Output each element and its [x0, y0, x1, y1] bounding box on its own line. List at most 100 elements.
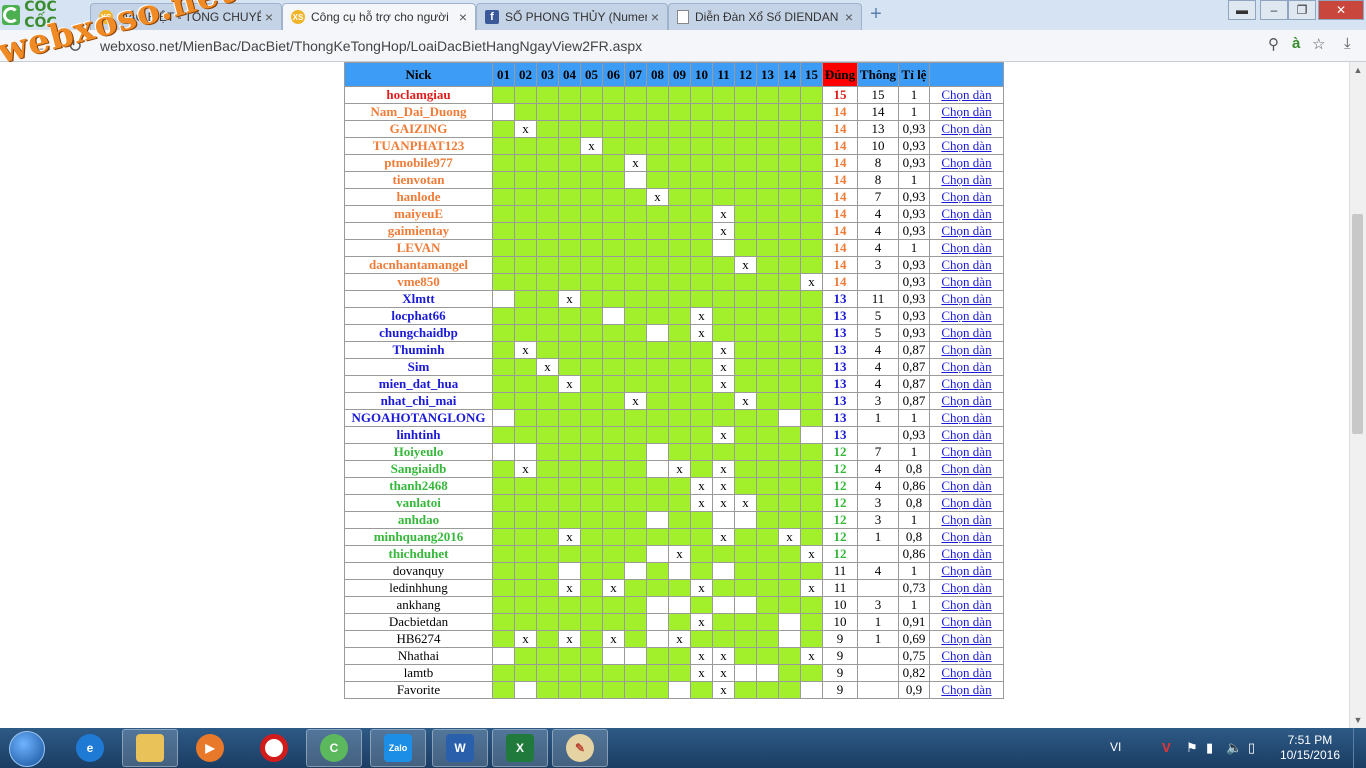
hit-cell — [646, 681, 669, 699]
language-indicator[interactable]: VI — [1110, 740, 1121, 754]
chon-dan-link[interactable]: Chọn dàn — [941, 122, 991, 137]
chon-dan-link[interactable]: Chọn dàn — [941, 224, 991, 239]
hit-cell — [514, 545, 537, 563]
taskbar-coccoc[interactable]: C — [306, 729, 362, 767]
scroll-up-icon[interactable]: ▲ — [1350, 62, 1366, 78]
miss-mark-cell: x — [558, 528, 581, 546]
chon-dan-link[interactable]: Chọn dàn — [941, 173, 991, 188]
chon-dan-link[interactable]: Chọn dàn — [941, 462, 991, 477]
chon-dan-link[interactable]: Chọn dàn — [941, 581, 991, 596]
zoom-icon[interactable]: ⚲ — [1268, 35, 1279, 53]
chon-dan-link[interactable]: Chọn dàn — [941, 88, 991, 103]
vertical-scrollbar[interactable]: ▲ ▼ — [1349, 62, 1366, 728]
table-row: Nhathai x x x 9 0,75 Chọn dàn — [344, 647, 1004, 665]
chon-dan-link[interactable]: Chọn dàn — [941, 649, 991, 664]
chon-dan-link[interactable]: Chọn dàn — [941, 207, 991, 222]
hit-cell — [514, 528, 537, 546]
close-icon[interactable]: × — [455, 9, 471, 25]
url-bar[interactable]: webxoso.net/MienBac/DacBiet/ThongKeTongH… — [96, 33, 1336, 58]
unikey-icon[interactable]: V — [1162, 740, 1171, 755]
hit-cell — [668, 256, 691, 274]
start-button[interactable] — [4, 730, 50, 767]
download-icon[interactable]: ⤓ — [1344, 35, 1351, 52]
close-icon[interactable]: × — [261, 9, 277, 25]
reload-icon[interactable]: ↻ — [64, 35, 86, 57]
taskbar-word[interactable]: W — [432, 729, 488, 767]
scroll-down-icon[interactable]: ▼ — [1350, 712, 1366, 728]
taskbar-zalo[interactable]: Zalo — [370, 729, 426, 767]
show-desktop-button[interactable] — [1353, 728, 1366, 768]
chon-dan-link[interactable]: Chọn dàn — [941, 547, 991, 562]
chon-dan-link[interactable]: Chọn dàn — [941, 428, 991, 443]
chon-dan-link[interactable]: Chọn dàn — [941, 343, 991, 358]
bookmark-star-icon[interactable]: ☆ — [1312, 35, 1325, 53]
hit-cell — [778, 511, 801, 529]
forward-icon[interactable]: → — [34, 35, 56, 57]
hit-cell — [734, 375, 757, 393]
coccoc-typing-icon[interactable]: à — [1292, 35, 1300, 52]
chon-dan-link[interactable]: Chọn dàn — [941, 615, 991, 630]
minimize-icon[interactable]: – — [1260, 0, 1288, 20]
hit-cell — [800, 596, 823, 614]
tab-so-phong-thuy[interactable]: f SỐ PHONG THỦY (Numero × — [476, 3, 668, 30]
chon-dan-link[interactable]: Chọn dàn — [941, 632, 991, 647]
chon-dan-link[interactable]: Chọn dàn — [941, 326, 991, 341]
hit-cell — [712, 307, 735, 325]
hit-cell — [536, 120, 559, 138]
new-tab-icon[interactable]: + — [866, 4, 886, 25]
coccoc-logo[interactable]: CỐC CỐC — [2, 0, 88, 31]
tile-cell: 0,87 — [898, 392, 930, 410]
chon-dan-link[interactable]: Chọn dàn — [941, 513, 991, 528]
taskbar-paint[interactable]: ✎ — [552, 729, 608, 767]
chon-dan-link[interactable]: Chọn dàn — [941, 496, 991, 511]
taskbar-ie[interactable]: e — [62, 729, 118, 767]
hit-cell — [734, 545, 757, 563]
tab-cong-cu[interactable]: XS Công cụ hỗ trợ cho người × — [282, 3, 476, 30]
miss-mark-cell: x — [690, 477, 713, 495]
chon-dan-link[interactable]: Chọn dàn — [941, 377, 991, 392]
empty-cell — [712, 596, 735, 614]
clock[interactable]: 7:51 PM 10/15/2016 — [1280, 733, 1340, 763]
chon-dan-link[interactable]: Chọn dàn — [941, 156, 991, 171]
chon-dan-link[interactable]: Chọn dàn — [941, 190, 991, 205]
taskbar-opera[interactable] — [246, 729, 302, 767]
chon-dan-link[interactable]: Chọn dàn — [941, 275, 991, 290]
chon-dan-link[interactable]: Chọn dàn — [941, 360, 991, 375]
window-close-icon[interactable]: ✕ — [1318, 0, 1364, 20]
close-icon[interactable]: × — [841, 9, 857, 25]
taskbar-excel[interactable]: X — [492, 729, 548, 767]
tile-cell: 1 — [898, 562, 930, 580]
thong-cell: 1 — [857, 613, 899, 631]
chon-dan-link[interactable]: Chọn dàn — [941, 445, 991, 460]
hit-cell — [536, 613, 559, 631]
chon-dan-link[interactable]: Chọn dàn — [941, 394, 991, 409]
url-text[interactable]: webxoso.net/MienBac/DacBiet/ThongKeTongH… — [100, 38, 642, 54]
tab-dac-biet[interactable]: XS ĐẶC BIỆT - TỔNG CHUYÊN × — [90, 3, 282, 30]
taskbar-media[interactable]: ▶ — [182, 729, 238, 767]
header-thong: Thông — [857, 62, 899, 87]
volume-icon[interactable]: 🔈 — [1226, 740, 1242, 756]
chon-dan-link[interactable]: Chọn dàn — [941, 666, 991, 681]
chon-dan-link[interactable]: Chọn dàn — [941, 683, 991, 698]
chon-dan-link[interactable]: Chọn dàn — [941, 105, 991, 120]
chon-dan-link[interactable]: Chọn dàn — [941, 479, 991, 494]
battery-icon[interactable]: ▯ — [1248, 740, 1255, 756]
network-icon[interactable]: ▮ — [1206, 740, 1213, 756]
back-icon[interactable]: ← — [6, 35, 28, 57]
chon-dan-link[interactable]: Chọn dàn — [941, 292, 991, 307]
scrollbar-thumb[interactable] — [1352, 214, 1363, 434]
chon-dan-link[interactable]: Chọn dàn — [941, 564, 991, 579]
chon-dan-link[interactable]: Chọn dàn — [941, 241, 991, 256]
chon-dan-link[interactable]: Chọn dàn — [941, 139, 991, 154]
maximize-icon[interactable]: ❐ — [1288, 0, 1316, 20]
menu-icon[interactable]: ▬ — [1228, 0, 1256, 20]
chon-dan-link[interactable]: Chọn dàn — [941, 411, 991, 426]
chon-dan-link[interactable]: Chọn dàn — [941, 258, 991, 273]
chon-dan-link[interactable]: Chọn dàn — [941, 598, 991, 613]
chon-dan-link[interactable]: Chọn dàn — [941, 309, 991, 324]
close-icon[interactable]: × — [647, 9, 663, 25]
chon-dan-link[interactable]: Chọn dàn — [941, 530, 991, 545]
tab-dien-dan[interactable]: Diễn Đàn Xổ Số DIENDAN × — [668, 3, 862, 30]
taskbar-explorer[interactable] — [122, 729, 178, 767]
flag-icon[interactable]: ⚑ — [1186, 740, 1198, 756]
